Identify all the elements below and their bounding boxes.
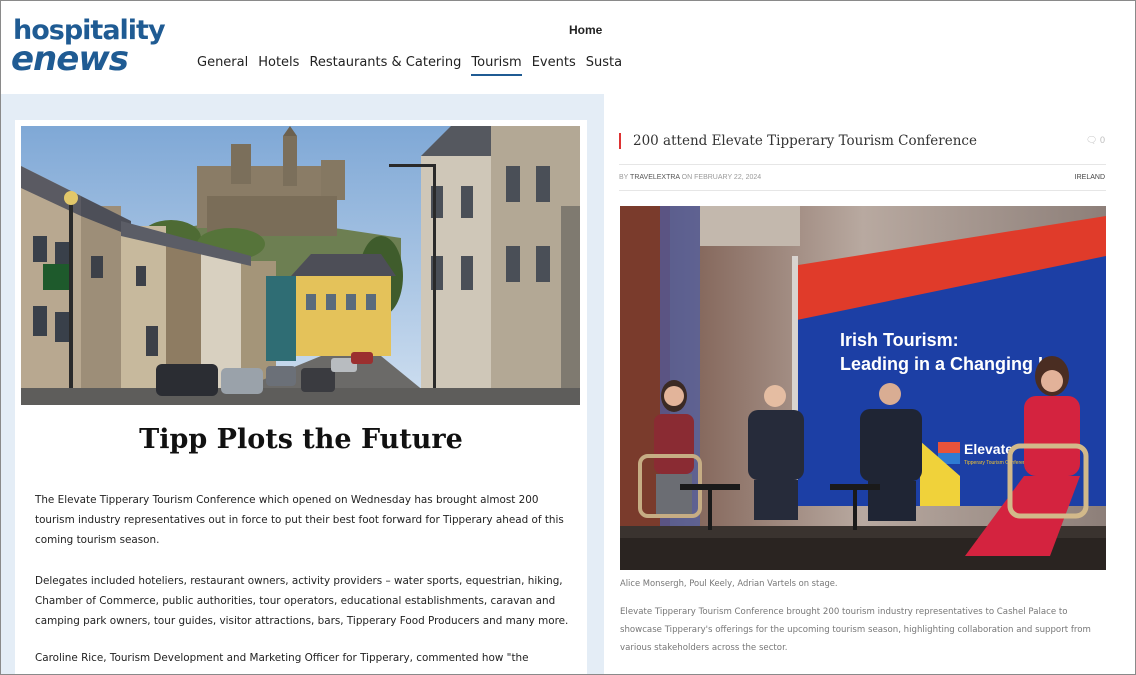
author-link[interactable]: TRAVELEXTRA — [630, 174, 680, 181]
home-link[interactable]: Home — [569, 23, 602, 37]
article-area: Tipp Plots the Future The Elevate Tipper… — [1, 94, 604, 674]
article-summary: Elevate Tipperary Tourism Conference bro… — [620, 607, 1091, 653]
category-tag[interactable]: IRELAND — [1075, 174, 1105, 181]
main-nav: General Hotels Restaurants & Catering To… — [197, 55, 622, 76]
meta-by: BY — [619, 174, 629, 181]
divider — [619, 190, 1106, 191]
screenshot-frame: hospitality enews Home General Hotels Re… — [0, 0, 1136, 675]
conference-stage-photo: Irish Tourism: Leading in a Changing La … — [620, 206, 1106, 570]
article-card: Tipp Plots the Future The Elevate Tipper… — [15, 120, 587, 674]
comment-count-value: 0 — [1099, 135, 1105, 145]
nav-hotels[interactable]: Hotels — [258, 55, 299, 76]
article-paragraph-2: Delegates included hoteliers, restaurant… — [35, 575, 569, 627]
screen-subheading: Leading in a Changing La — [840, 354, 1060, 374]
travel-article-title[interactable]: 200 attend Elevate Tipperary Tourism Con… — [619, 133, 977, 149]
photo-caption: Alice Monsergh, Poul Keely, Adrian Varte… — [620, 578, 838, 588]
nav-tourism[interactable]: Tourism — [471, 55, 522, 76]
article-paragraph-1: The Elevate Tipperary Tourism Conference… — [35, 494, 564, 546]
site-logo[interactable]: hospitality enews — [11, 15, 166, 79]
comment-count[interactable]: 🗨 0 — [1086, 135, 1105, 146]
logo-text-bottom: enews — [11, 39, 129, 79]
screen-heading: Irish Tourism: — [840, 330, 959, 350]
article-meta: BY TRAVELEXTRA ON FEBRUARY 22, 2024 — [619, 174, 761, 181]
nav-general[interactable]: General — [197, 55, 248, 76]
divider — [619, 164, 1106, 165]
hospitality-news-page: hospitality enews Home General Hotels Re… — [1, 1, 622, 674]
comment-icon: 🗨 — [1086, 135, 1098, 145]
travel-article-page: 200 attend Elevate Tipperary Tourism Con… — [604, 1, 1135, 674]
cashel-street-photo — [21, 126, 580, 405]
meta-on: ON — [681, 174, 693, 181]
article-headline[interactable]: Tipp Plots the Future — [15, 424, 587, 455]
site-header: hospitality enews Home General Hotels Re… — [1, 1, 622, 94]
publish-date: FEBRUARY 22, 2024 — [694, 174, 762, 181]
nav-restaurants-catering[interactable]: Restaurants & Catering — [309, 55, 461, 76]
nav-events[interactable]: Events — [532, 55, 576, 76]
screen-logo-text: Elevate — [964, 441, 1013, 457]
screen-logo-subtext: Tipperary Tourism Conference — [964, 460, 1031, 466]
article-paragraph-3: Caroline Rice, Tourism Development and M… — [35, 652, 529, 664]
